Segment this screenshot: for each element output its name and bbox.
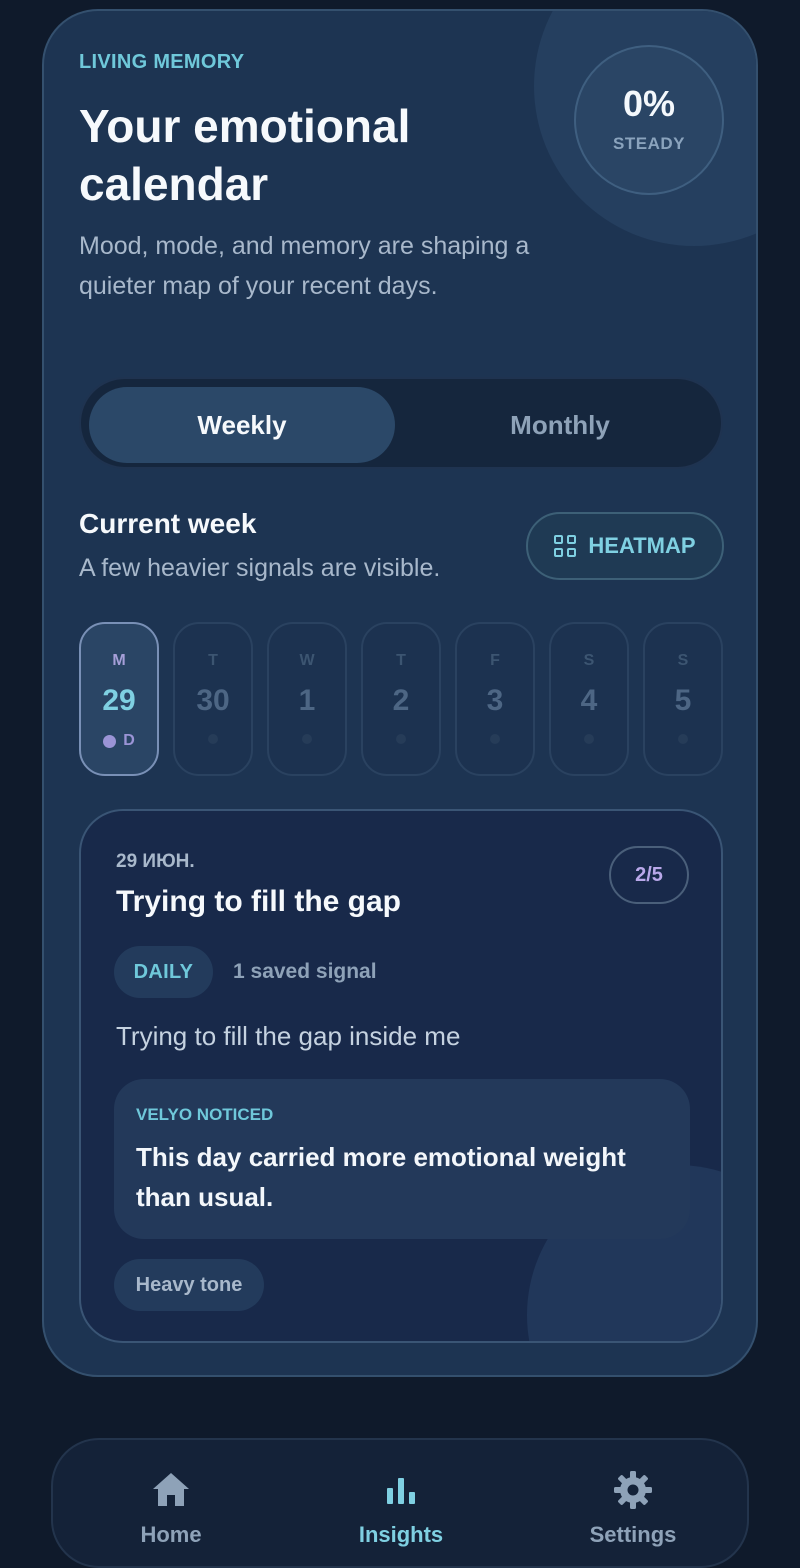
heatmap-label: HEATMAP	[588, 533, 696, 558]
day-number: 1	[298, 684, 316, 717]
bar-chart-icon	[385, 1470, 417, 1510]
entry-title: Trying to fill the gap	[116, 885, 401, 918]
nav-label: Home	[140, 1522, 202, 1547]
day-cell[interactable]: M 29 D	[79, 622, 159, 776]
day-number: 4	[580, 684, 598, 717]
day-number: 3	[486, 684, 504, 717]
nav-item-home[interactable]: Home	[71, 1440, 271, 1564]
day-letter: W	[299, 652, 315, 669]
page-subtitle: Mood, mode, and memory are shaping a qui…	[79, 232, 530, 300]
day-entry-card[interactable]: 29 ИЮН. Trying to fill the gap 2/5 DAILY…	[79, 809, 723, 1343]
heatmap-button[interactable]: HEATMAP	[526, 512, 724, 580]
insight-text: This day carried more emotional weight t…	[136, 1142, 626, 1212]
day-cell[interactable]: T 2	[361, 622, 441, 776]
gear-icon	[613, 1470, 653, 1510]
saved-signal-count: 1 saved signal	[233, 960, 377, 983]
empty-dot-icon	[678, 734, 688, 744]
nav-item-insights[interactable]: Insights	[301, 1440, 501, 1564]
day-cell[interactable]: S 5	[643, 622, 723, 776]
entry-text: Trying to fill the gap inside me	[116, 1021, 461, 1051]
tone-chip: Heavy tone	[114, 1259, 264, 1311]
day-letter: T	[208, 652, 218, 669]
day-number: 5	[674, 684, 692, 717]
day-cell[interactable]: F 3	[455, 622, 535, 776]
section-title: Current week	[79, 508, 257, 539]
day-number: 29	[102, 684, 136, 717]
empty-dot-icon	[208, 734, 218, 744]
day-cell[interactable]: S 4	[549, 622, 629, 776]
day-cell[interactable]: T 30	[173, 622, 253, 776]
day-cell[interactable]: W 1	[267, 622, 347, 776]
insight-label: VELYO NOTICED	[136, 1105, 274, 1124]
eyebrow-label: LIVING MEMORY	[79, 51, 245, 73]
tab-monthly[interactable]: Monthly	[407, 387, 713, 463]
page-title: Your emotional calendar	[79, 100, 411, 210]
empty-dot-icon	[584, 734, 594, 744]
home-icon	[151, 1470, 191, 1510]
bottom-nav: Home Insights Settings	[51, 1438, 749, 1568]
section-subtitle: A few heavier signals are visible.	[79, 554, 441, 582]
view-toggle: Weekly Monthly	[79, 377, 723, 469]
nav-label: Settings	[589, 1522, 677, 1547]
stability-badge: 0% STEADY	[574, 45, 724, 195]
day-mood-mark: D	[103, 732, 135, 750]
mood-dot-icon	[103, 734, 117, 748]
emotional-calendar-card: 0% STEADY LIVING MEMORY Your emotional c…	[42, 9, 758, 1377]
day-letter: T	[396, 652, 406, 669]
day-number: 2	[392, 684, 410, 717]
grid-icon	[554, 535, 577, 557]
day-letter: M	[112, 652, 126, 669]
entry-counter-badge[interactable]: 2/5	[609, 846, 689, 904]
tab-weekly[interactable]: Weekly	[89, 387, 395, 463]
day-letter: F	[490, 652, 500, 669]
empty-dot-icon	[490, 734, 500, 744]
empty-dot-icon	[396, 734, 406, 744]
mood-mark-label: D	[123, 732, 135, 749]
entry-date: 29 ИЮН.	[116, 851, 195, 872]
day-letter: S	[583, 652, 595, 669]
nav-label: Insights	[358, 1522, 444, 1547]
day-letter: S	[677, 652, 689, 669]
mode-chip: DAILY	[114, 946, 213, 998]
stability-label: STEADY	[613, 134, 685, 153]
empty-dot-icon	[302, 734, 312, 744]
insight-box: VELYO NOTICED This day carried more emot…	[114, 1079, 690, 1239]
stability-value: 0%	[622, 83, 676, 124]
day-number: 30	[196, 684, 230, 717]
nav-item-settings[interactable]: Settings	[533, 1440, 733, 1564]
